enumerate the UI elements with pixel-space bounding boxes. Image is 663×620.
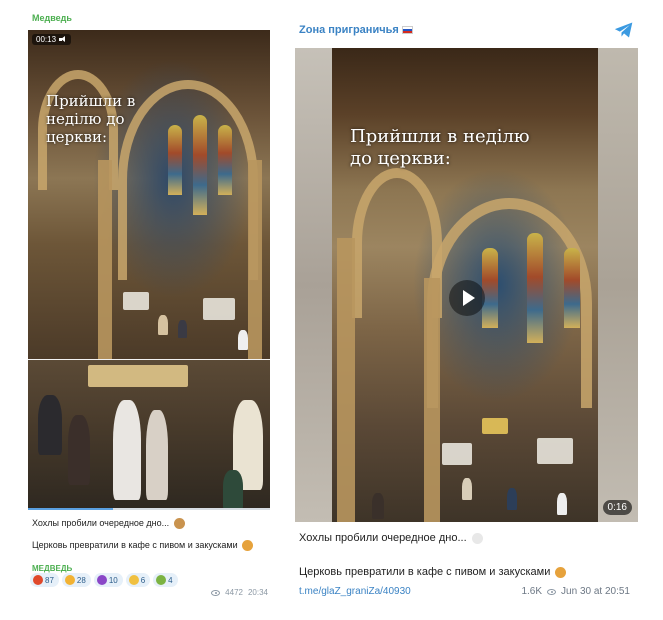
video-overlay-text: Прийшли в неділю до церкви: — [350, 126, 530, 169]
vomit-face-icon — [156, 575, 167, 585]
right-channel-title[interactable]: Zона приграничья — [299, 24, 413, 36]
video-progress-fill — [28, 508, 113, 510]
play-button[interactable] — [449, 280, 485, 316]
right-post-link[interactable]: t.me/glaZ_graniZa/40930 — [299, 586, 411, 597]
right-video-player[interactable]: Прийшли в неділю до церкви: 0:16 — [295, 48, 638, 522]
reaction-chip[interactable]: 10 — [93, 573, 123, 587]
right-channel-name: Zона приграничья — [299, 24, 399, 36]
speaker-icon[interactable] — [59, 36, 67, 43]
right-post-meta: 1.6K Jun 30 at 20:51 — [521, 586, 630, 597]
right-caption-line2: Церковь превратили в кафе с пивом и заку… — [299, 566, 567, 578]
telegram-icon[interactable] — [614, 21, 634, 39]
left-caption-line2: Церковь превратили в кафе с пивом и заку… — [32, 540, 254, 552]
church-interior-scene — [28, 30, 270, 360]
left-views: 4472 — [225, 588, 243, 597]
russia-flag-icon — [401, 26, 413, 34]
laughing-face-icon — [64, 575, 75, 585]
right-date: Jun 30 at 20:51 — [561, 586, 630, 597]
left-post-meta: 4472 20:34 — [211, 588, 268, 597]
right-views: 1.6K — [521, 586, 543, 597]
reaction-chip[interactable]: 4 — [153, 573, 178, 587]
video-overlay-text: Прийшли в неділю до церкви: — [46, 92, 136, 146]
left-caption-line1: Хохлы пробили очередное дно... — [32, 518, 185, 530]
reaction-chip[interactable]: 28 — [61, 573, 91, 587]
scared-face-icon — [128, 575, 139, 585]
reaction-chip[interactable]: 6 — [125, 573, 151, 587]
cow-face-icon — [173, 518, 185, 530]
beer-face-icon — [242, 540, 254, 552]
cloud-icon — [471, 532, 483, 544]
angry-face-icon — [33, 575, 43, 585]
video-time: 00:13 — [36, 35, 57, 44]
cafe-scene — [28, 360, 270, 510]
video-time-badge: 00:13 — [32, 34, 72, 45]
left-video-player[interactable]: Прийшли в неділю до церкви: 00:13 — [28, 30, 270, 510]
left-channel-name[interactable]: Медведь — [32, 13, 72, 23]
right-caption-line1: Хохлы пробили очередное дно... — [299, 532, 483, 544]
video-progress-bar[interactable] — [28, 508, 270, 510]
left-post-author[interactable]: МЕДВЕДЬ — [32, 564, 72, 573]
left-time: 20:34 — [247, 588, 268, 597]
right-post: Zона приграничья Прийшли в неділю до цер… — [295, 10, 640, 610]
video-duration: 0:16 — [602, 500, 632, 515]
eye-icon — [547, 588, 557, 595]
left-post: Медведь Прийшли в неділю до церкви: 00:1… — [26, 10, 270, 610]
reaction-chip[interactable]: 87 — [30, 573, 59, 587]
devil-face-icon — [96, 575, 107, 585]
reactions-bar: 87 28 10 6 4 — [30, 573, 178, 587]
beer-face-icon — [555, 566, 567, 578]
eye-icon — [211, 589, 221, 596]
